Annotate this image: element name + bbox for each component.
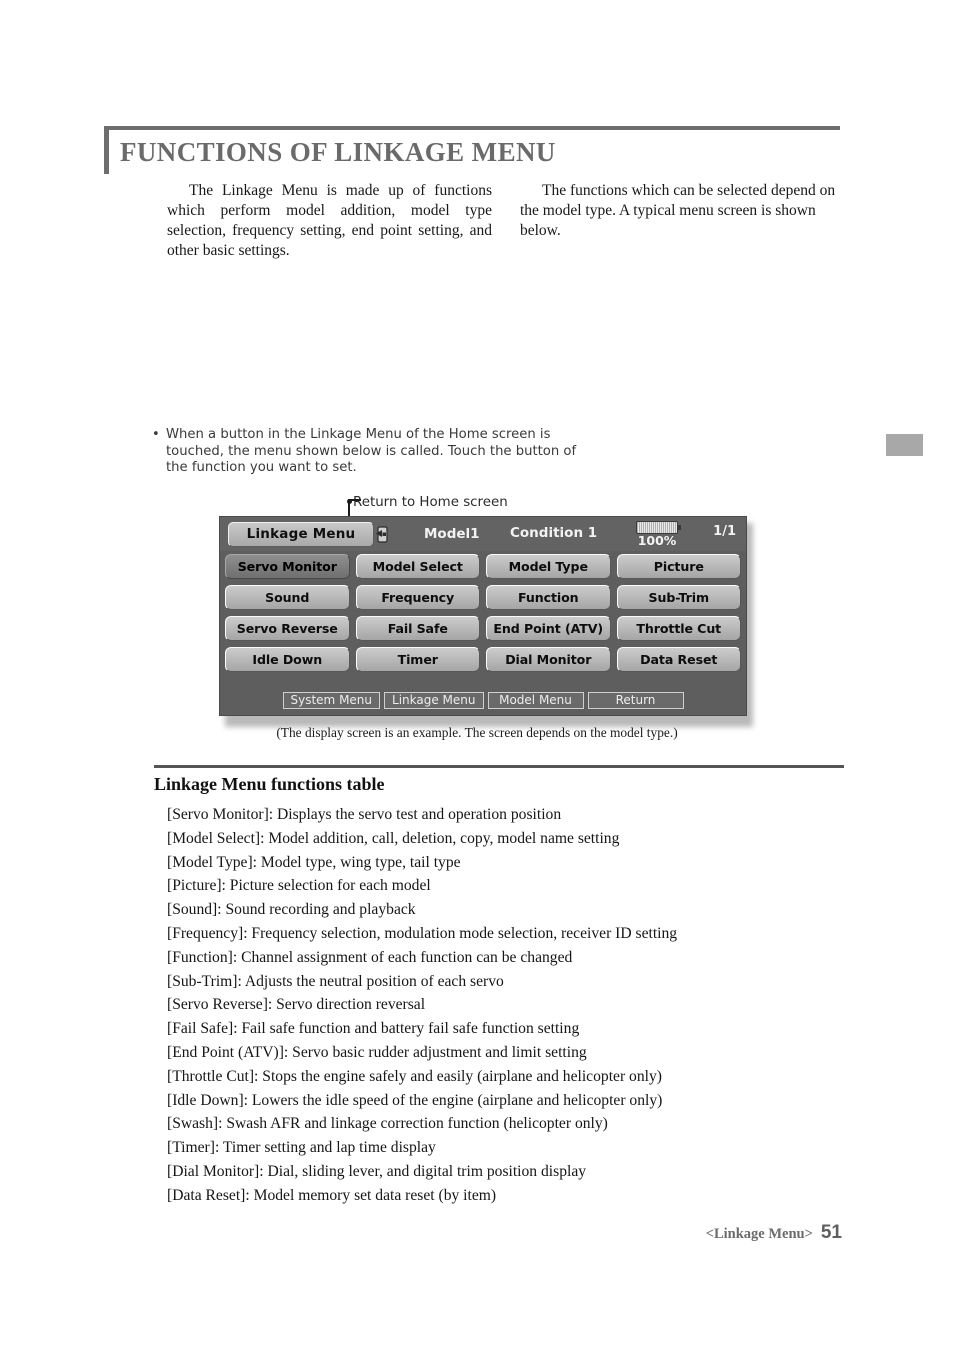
function-entry: [Picture]: Picture selection for each mo… bbox=[167, 877, 431, 895]
intro-columns: The Linkage Menu is made up of functions… bbox=[167, 181, 845, 261]
home-return-icon[interactable] bbox=[372, 525, 392, 544]
lcd-nav-system-menu[interactable]: System Menu bbox=[282, 691, 381, 709]
function-entry: [Swash]: Swash AFR and linkage correctio… bbox=[167, 1115, 608, 1133]
lcd-nav-linkage-menu[interactable]: Linkage Menu bbox=[384, 691, 484, 709]
figure-caption: (The display screen is an example. The s… bbox=[276, 725, 678, 740]
function-entry: [Sub-Trim]: Adjusts the neutral position… bbox=[167, 972, 504, 990]
lcd-button-function[interactable]: Function bbox=[486, 585, 611, 610]
function-entry: [Servo Reverse]: Servo direction reversa… bbox=[167, 996, 426, 1014]
function-entry: [Idle Down]: Lowers the idle speed of th… bbox=[167, 1091, 663, 1109]
callout-label: Return to Home screen bbox=[353, 495, 508, 510]
lcd-nav-model-menu[interactable]: Model Menu bbox=[487, 691, 584, 709]
function-entry: [End Point (ATV)]: Servo basic rudder ad… bbox=[167, 1043, 587, 1061]
note-bullet-icon: • bbox=[152, 427, 160, 442]
function-entry: [Fail Safe]: Fail safe function and batt… bbox=[167, 1020, 580, 1038]
lcd-button-timer[interactable]: Timer bbox=[355, 647, 480, 672]
note-text: When a button in the Linkage Menu of the… bbox=[166, 427, 577, 476]
lcd-title-bar: Linkage Menu Model1 Condition 1 100% 1/1 bbox=[220, 517, 746, 551]
page-title: FUNCTIONS OF LINKAGE MENU bbox=[120, 137, 556, 167]
function-entry: [Timer]: Timer setting and lap time disp… bbox=[167, 1139, 436, 1157]
lcd-nav-return[interactable]: Return bbox=[587, 691, 684, 709]
note-block: • When a button in the Linkage Menu of t… bbox=[152, 427, 592, 477]
function-entry: [Frequency]: Frequency selection, modula… bbox=[167, 924, 678, 942]
lcd-screen-figure: Linkage Menu Model1 Condition 1 100% 1/1… bbox=[219, 516, 753, 727]
lcd-bottom-nav: System Menu Linkage Menu Model Menu Return bbox=[220, 687, 746, 715]
menu-tab-button[interactable]: Linkage Menu bbox=[228, 521, 374, 547]
lcd-button-model-type[interactable]: Model Type bbox=[486, 554, 611, 579]
page-count-label: 1/1 bbox=[713, 524, 736, 539]
lcd-button-picture[interactable]: Picture bbox=[616, 554, 741, 579]
function-entry: [Servo Monitor]: Displays the servo test… bbox=[167, 806, 562, 823]
footer-section-label: <Linkage Menu> bbox=[705, 1226, 813, 1242]
lcd-button-throttle-cut[interactable]: Throttle Cut bbox=[616, 616, 741, 641]
functions-table-list: [Servo Monitor]: Displays the servo test… bbox=[167, 803, 867, 1208]
function-entry: [Model Select]: Model addition, call, de… bbox=[167, 829, 620, 847]
condition-label: Condition 1 bbox=[510, 525, 598, 541]
lcd-button-frequency[interactable]: Frequency bbox=[355, 585, 480, 610]
lcd-button-sound[interactable]: Sound bbox=[225, 585, 350, 610]
lcd-screen: Linkage Menu Model1 Condition 1 100% 1/1… bbox=[219, 516, 747, 716]
callout-return-to-home: Return to Home screen bbox=[347, 495, 508, 511]
function-entry: [Data Reset]: Model memory set data rese… bbox=[167, 1186, 497, 1204]
lcd-button-model-select[interactable]: Model Select bbox=[355, 554, 480, 579]
section-divider-rule bbox=[154, 765, 844, 768]
battery-indicator: 100% bbox=[628, 519, 686, 548]
lcd-button-grid: Servo Monitor Model Select Model Type Pictu… bbox=[220, 551, 746, 672]
battery-percent-label: 100% bbox=[637, 533, 677, 548]
function-entry: [Throttle Cut]: Stops the engine safely … bbox=[167, 1067, 662, 1085]
margin-thumb-tab bbox=[886, 434, 923, 456]
function-entry: [Model Type]: Model type, wing type, tai… bbox=[167, 853, 461, 871]
lcd-button-end-point-atv[interactable]: End Point (ATV) bbox=[486, 616, 611, 641]
lcd-button-fail-safe[interactable]: Fail Safe bbox=[355, 616, 480, 641]
footer-page-number: 51 bbox=[820, 1222, 842, 1243]
battery-icon bbox=[636, 521, 681, 534]
function-entry: [Sound]: Sound recording and playback bbox=[167, 901, 416, 919]
page-footer: <Linkage Menu> 51 bbox=[706, 1222, 842, 1244]
section-title: Linkage Menu functions table bbox=[154, 774, 385, 794]
lcd-button-sub-trim[interactable]: Sub-Trim bbox=[616, 585, 741, 610]
function-entry: [Dial Monitor]: Dial, sliding lever, and… bbox=[167, 1162, 587, 1180]
lcd-button-servo-reverse[interactable]: Servo Reverse bbox=[225, 616, 350, 641]
heading-left-bar bbox=[104, 130, 109, 174]
intro-column-right: The functions which can be selected depe… bbox=[520, 182, 836, 239]
page-heading-block: FUNCTIONS OF LINKAGE MENU bbox=[104, 126, 840, 174]
intro-column-left: The Linkage Menu is made up of functions… bbox=[167, 182, 492, 259]
lcd-button-data-reset[interactable]: Data Reset bbox=[616, 647, 741, 672]
model-name-label: Model1 bbox=[424, 526, 480, 542]
menu-tab-label: Linkage Menu bbox=[246, 526, 356, 542]
lcd-button-dial-monitor[interactable]: Dial Monitor bbox=[486, 647, 611, 672]
function-entry: [Function]: Channel assignment of each f… bbox=[167, 948, 573, 966]
lcd-button-idle-down[interactable]: Idle Down bbox=[225, 647, 350, 672]
lcd-button-servo-monitor[interactable]: Servo Monitor bbox=[225, 554, 350, 579]
